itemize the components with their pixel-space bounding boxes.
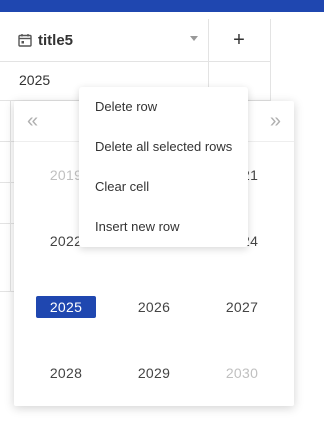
grid-line xyxy=(10,101,11,291)
add-column-button[interactable]: + xyxy=(208,19,271,61)
menu-item-delete-selected-rows[interactable]: Delete all selected rows xyxy=(79,127,248,167)
row-divider xyxy=(0,223,14,224)
year-cell-2030[interactable]: 2030 xyxy=(212,362,272,384)
column-header-title5[interactable]: title5 xyxy=(10,19,209,61)
year-cell-2029[interactable]: 2029 xyxy=(124,362,184,384)
menu-item-clear-cell[interactable]: Clear cell xyxy=(79,167,248,207)
menu-item-delete-row[interactable]: Delete row xyxy=(79,87,248,127)
row-divider xyxy=(0,291,14,292)
year-cell-2028[interactable]: 2028 xyxy=(36,362,96,384)
year-cell-2025[interactable]: 2025 xyxy=(36,296,96,318)
top-accent-bar xyxy=(0,0,324,12)
grid-line xyxy=(270,19,271,101)
row-divider xyxy=(0,182,14,183)
double-chevron-left-icon[interactable]: « xyxy=(27,110,38,133)
chevron-down-icon[interactable] xyxy=(190,36,198,41)
table-header: title5 + xyxy=(0,19,271,62)
row-divider xyxy=(0,141,14,142)
context-menu: Delete row Delete all selected rows Clea… xyxy=(79,87,248,247)
calendar-icon xyxy=(18,34,32,47)
year-cell-2026[interactable]: 2026 xyxy=(124,296,184,318)
date-cell[interactable]: 2025 xyxy=(19,72,50,88)
double-chevron-right-icon[interactable]: » xyxy=(270,110,281,133)
column-title: title5 xyxy=(38,31,74,49)
year-cell-2027[interactable]: 2027 xyxy=(212,296,272,318)
menu-item-insert-row[interactable]: Insert new row xyxy=(79,207,248,247)
